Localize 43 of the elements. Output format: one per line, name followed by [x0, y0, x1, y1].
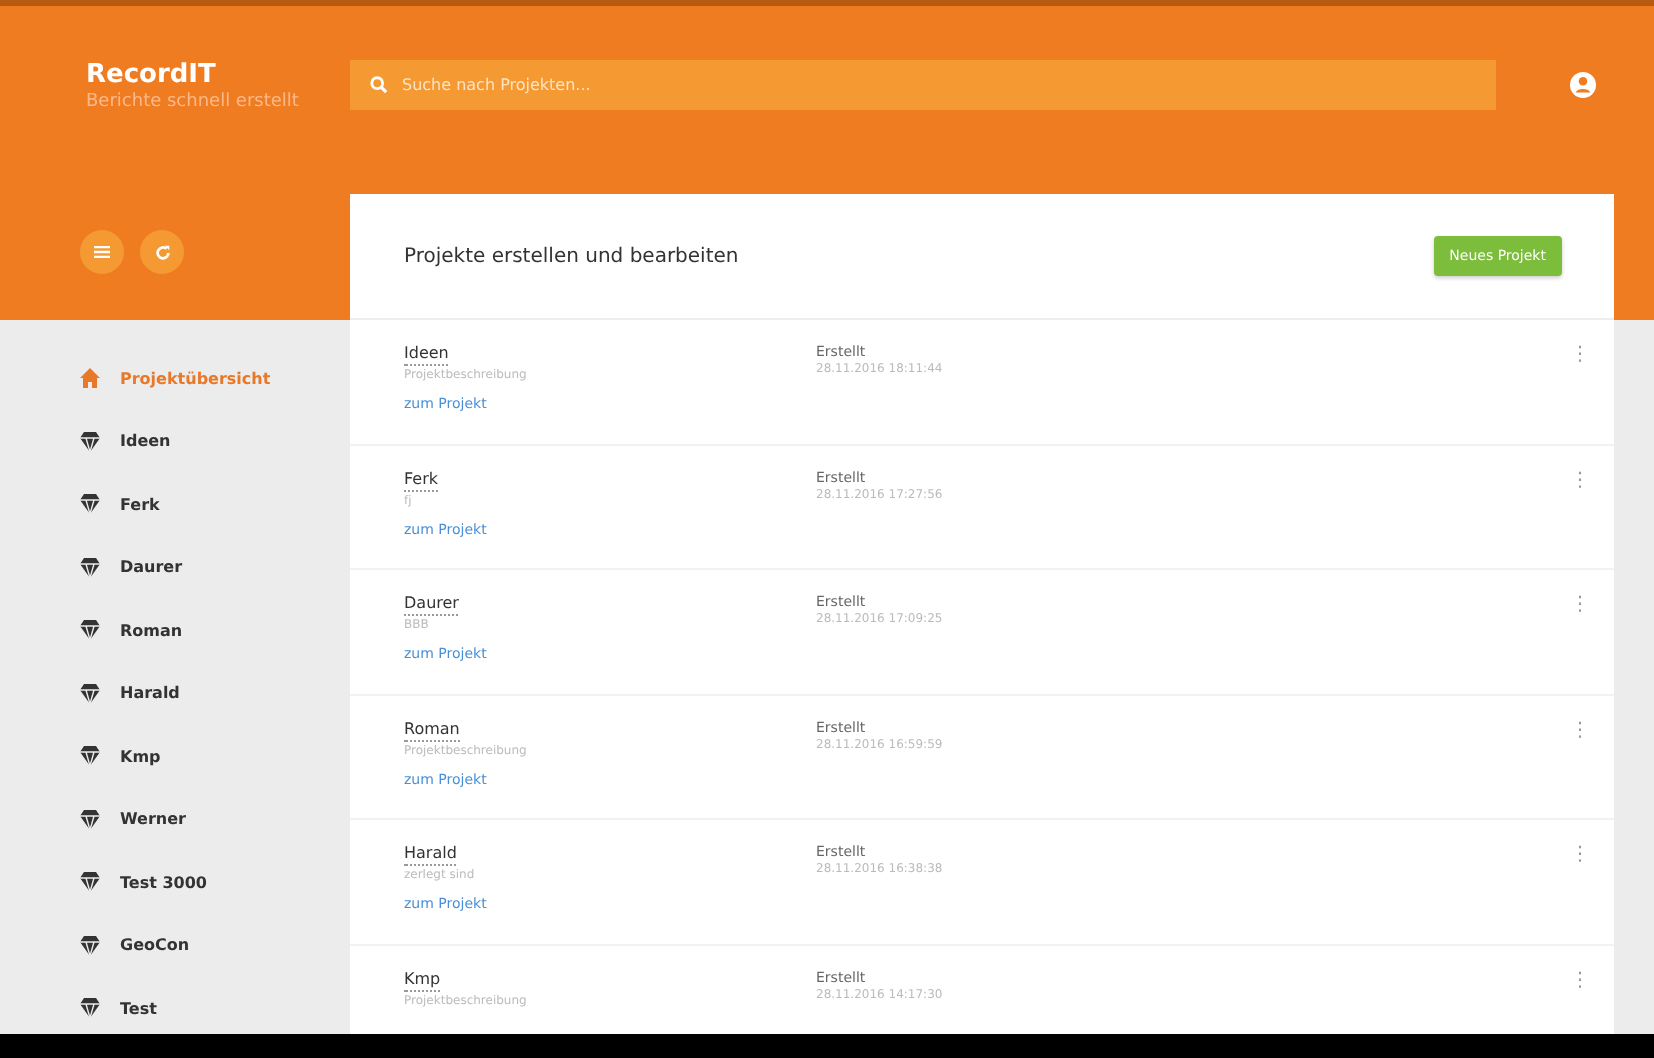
project-name: Roman — [404, 719, 460, 741]
sidebar-item[interactable]: Ideen — [80, 423, 340, 459]
diamond-icon — [80, 494, 100, 514]
sidebar-item[interactable]: Harald — [80, 675, 340, 711]
more-menu[interactable]: ⋮ — [1570, 469, 1590, 491]
more-menu[interactable]: ⋮ — [1570, 969, 1590, 991]
project-name: Harald — [404, 844, 457, 866]
more-menu[interactable]: ⋮ — [1570, 844, 1590, 866]
project-name: Ideen — [404, 344, 449, 366]
diamond-icon — [80, 431, 100, 451]
sidebar-item[interactable]: Test 3000 — [80, 864, 340, 900]
diamond-icon — [80, 872, 100, 892]
sidebar-item[interactable]: Ferk — [80, 486, 340, 522]
diamond-icon — [80, 620, 100, 640]
sidebar-item[interactable]: Kmp — [80, 738, 340, 774]
project-name: Ferk — [404, 469, 439, 491]
app-title: RecordIT — [86, 60, 218, 92]
more-menu[interactable]: ⋮ — [1570, 594, 1590, 616]
more-menu[interactable]: ⋮ — [1570, 719, 1590, 741]
refresh-button[interactable] — [140, 230, 184, 274]
sidebar-item[interactable]: Werner — [80, 801, 340, 837]
list-button[interactable] — [80, 230, 124, 274]
card-title: Projekte erstellen und bearbeiten — [404, 245, 739, 267]
more-menu[interactable]: ⋮ — [1570, 344, 1590, 366]
search-field[interactable]: Suche nach Projekten... — [350, 60, 1496, 110]
list-icon — [94, 246, 110, 258]
project-name: Kmp — [404, 969, 441, 991]
app-subtitle: Berichte schnell erstellt — [86, 92, 301, 112]
sidebar-item[interactable]: Test — [80, 990, 340, 1026]
diamond-icon — [80, 998, 100, 1018]
sidebar-item[interactable]: GeoCon — [80, 927, 340, 963]
refresh-icon — [153, 243, 171, 261]
diamond-icon — [80, 935, 100, 955]
diamond-icon — [80, 809, 100, 829]
project-name: Daurer — [404, 594, 459, 616]
home-icon — [80, 368, 100, 388]
diamond-icon — [80, 557, 100, 577]
sidebar-item[interactable]: Projektübersicht — [80, 360, 340, 396]
sidebar-item[interactable]: Roman — [80, 612, 340, 648]
diamond-icon — [80, 683, 100, 703]
user-icon[interactable] — [1570, 72, 1596, 98]
diamond-icon — [80, 746, 100, 766]
sidebar-item[interactable]: Daurer — [80, 549, 340, 585]
